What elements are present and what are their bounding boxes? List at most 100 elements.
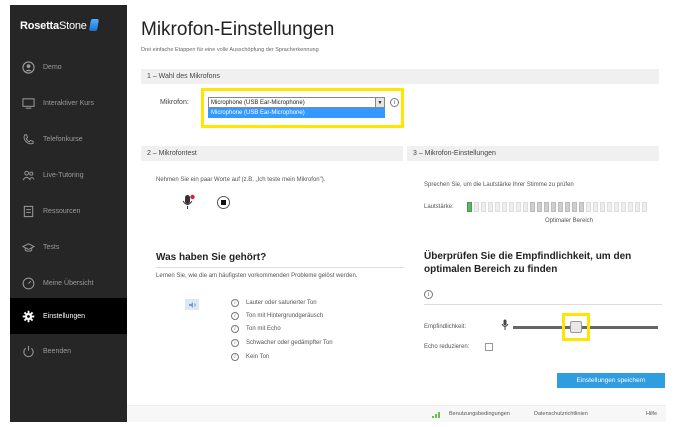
step1-header: 1 – Wahl des Mikrofons [141, 69, 659, 84]
microphone-icon [182, 194, 195, 209]
document-icon [22, 205, 35, 218]
step3-header: 3 – Mikrofon-Einstellungen [407, 146, 659, 161]
sidebar-item-label: Telefonkurse [43, 135, 83, 143]
issue-label: Schwacher oder gedämpfter Ton [246, 340, 333, 346]
people-icon [22, 169, 35, 182]
issue-item[interactable]: i Schwacher oder gedämpfter Ton [231, 339, 333, 347]
meter-segment [509, 202, 514, 212]
echo-checkbox[interactable] [485, 343, 493, 351]
meter-segment [467, 202, 472, 212]
meter-segment [614, 202, 619, 212]
issue-label: Kein Ton [246, 354, 270, 360]
microphone-label: Mikrofon: [160, 99, 189, 106]
sidebar-item-label: Live-Tutoring [43, 171, 84, 179]
meter-segment [621, 202, 626, 212]
footer: Benutzungsbedingungen Datenschutzrichtli… [127, 405, 666, 422]
highlight-box-slider [562, 313, 590, 341]
meter-segment [481, 202, 486, 212]
meter-segment [544, 202, 549, 212]
meter-segment [474, 202, 479, 212]
brand-name-bold: Rosetta [20, 20, 59, 32]
heard-title: Was haben Sie gehört? [156, 252, 267, 263]
optimal-range-label: Optimaler Bereich [545, 218, 594, 224]
divider [156, 267, 404, 268]
meter-segment [495, 202, 500, 212]
meter-segment [635, 202, 640, 212]
record-button[interactable] [181, 194, 195, 209]
microphone-icon [501, 319, 509, 330]
sidebar-item-tests[interactable]: Tests [10, 229, 127, 265]
info-icon[interactable]: i [424, 290, 433, 299]
sidebar-item-telefonkurse[interactable]: Telefonkurse [10, 121, 127, 157]
meter-segment [558, 202, 563, 212]
privacy-link[interactable]: Datenschutzrichtlinien [534, 411, 588, 417]
volume-meter [467, 202, 655, 212]
issue-item[interactable]: i Lauter oder saturierter Ton [231, 299, 317, 307]
meter-segment [523, 202, 528, 212]
main-content: Mikrofon-Einstellungen Drei einfache Eta… [127, 5, 666, 422]
phone-icon [22, 133, 35, 146]
highlight-box-microphone [201, 88, 404, 128]
signal-strength-icon [432, 412, 440, 418]
meter-segment [551, 202, 556, 212]
volume-label: Lautstärke: [424, 204, 454, 210]
sidebar-item-label: Tests [43, 243, 60, 251]
speaker-button[interactable] [185, 299, 199, 310]
sidebar-item-label: Meine Übersicht [43, 279, 94, 287]
issue-label: Ton mit Hintergrundgeräusch [246, 313, 324, 319]
sidebar-item-beenden[interactable]: Beenden [10, 333, 127, 369]
sidebar-item-demo[interactable]: Demo [10, 49, 127, 85]
meter-segment [488, 202, 493, 212]
heard-description: Lernen Sie, wie die am häufigsten vorkom… [156, 273, 358, 279]
sidebar-item-label: Demo [43, 63, 62, 71]
app-window: RosettaStone Demo Interaktiver Kurs Tele… [10, 5, 666, 422]
sidebar-item-label: Einstellungen [43, 312, 86, 320]
meter-segment [530, 202, 535, 212]
terms-link[interactable]: Benutzungsbedingungen [449, 411, 510, 417]
issue-item[interactable]: i Ton mit Echo [231, 325, 281, 333]
save-settings-button[interactable]: Einstellungen speichern [557, 373, 665, 388]
echo-label: Echo reduzieren: [424, 344, 470, 350]
speaker-icon [188, 301, 196, 308]
sidebar-item-einstellungen[interactable]: Einstellungen [10, 298, 127, 334]
stop-button[interactable] [217, 196, 230, 209]
page-subtitle: Drei einfache Etappen für eine volle Aus… [141, 47, 319, 53]
meter-segment [586, 202, 591, 212]
sidebar: RosettaStone Demo Interaktiver Kurs Tele… [10, 5, 127, 422]
meter-segment [502, 202, 507, 212]
sidebar-item-live-tutoring[interactable]: Live-Tutoring [10, 157, 127, 193]
check-title-line2: optimalen Bereich zu finden [424, 264, 558, 275]
power-icon [22, 345, 35, 358]
divider [424, 304, 662, 305]
meter-segment [516, 202, 521, 212]
sidebar-item-label: Ressourcen [43, 207, 81, 215]
screen-icon [22, 97, 35, 110]
help-link[interactable]: Hilfe [646, 411, 657, 417]
info-icon: i [231, 353, 239, 361]
meter-segment [579, 202, 584, 212]
meter-segment [565, 202, 570, 212]
meter-segment [600, 202, 605, 212]
info-icon: i [231, 339, 239, 347]
issue-item[interactable]: i Kein Ton [231, 353, 269, 361]
sidebar-item-label: Beenden [43, 347, 72, 355]
issue-item[interactable]: i Ton mit Hintergrundgeräusch [231, 312, 323, 320]
sensitivity-label: Empfindlichkeit: [424, 324, 467, 330]
meter-segment [572, 202, 577, 212]
gear-icon [22, 310, 35, 323]
check-title-line1: Überprüfen Sie die Empfindlichkeit, um d… [424, 251, 632, 262]
brand-name-light: Stone [58, 20, 87, 32]
meter-segment [642, 202, 647, 212]
sidebar-item-label: Interaktiver Kurs [43, 99, 94, 107]
graduation-cap-icon [22, 241, 35, 254]
meter-segment [537, 202, 542, 212]
meter-segment [628, 202, 633, 212]
user-circle-icon [22, 60, 35, 74]
brand-logo: RosettaStone [20, 19, 99, 32]
record-instruction: Nehmen Sie ein paar Worte auf (z.B. „Ich… [156, 177, 326, 183]
stop-icon [221, 200, 226, 205]
info-icon: i [231, 312, 239, 320]
sidebar-item-interaktiver-kurs[interactable]: Interaktiver Kurs [10, 85, 127, 121]
sidebar-item-meine-uebersicht[interactable]: Meine Übersicht [10, 265, 127, 301]
sidebar-item-ressourcen[interactable]: Ressourcen [10, 193, 127, 229]
